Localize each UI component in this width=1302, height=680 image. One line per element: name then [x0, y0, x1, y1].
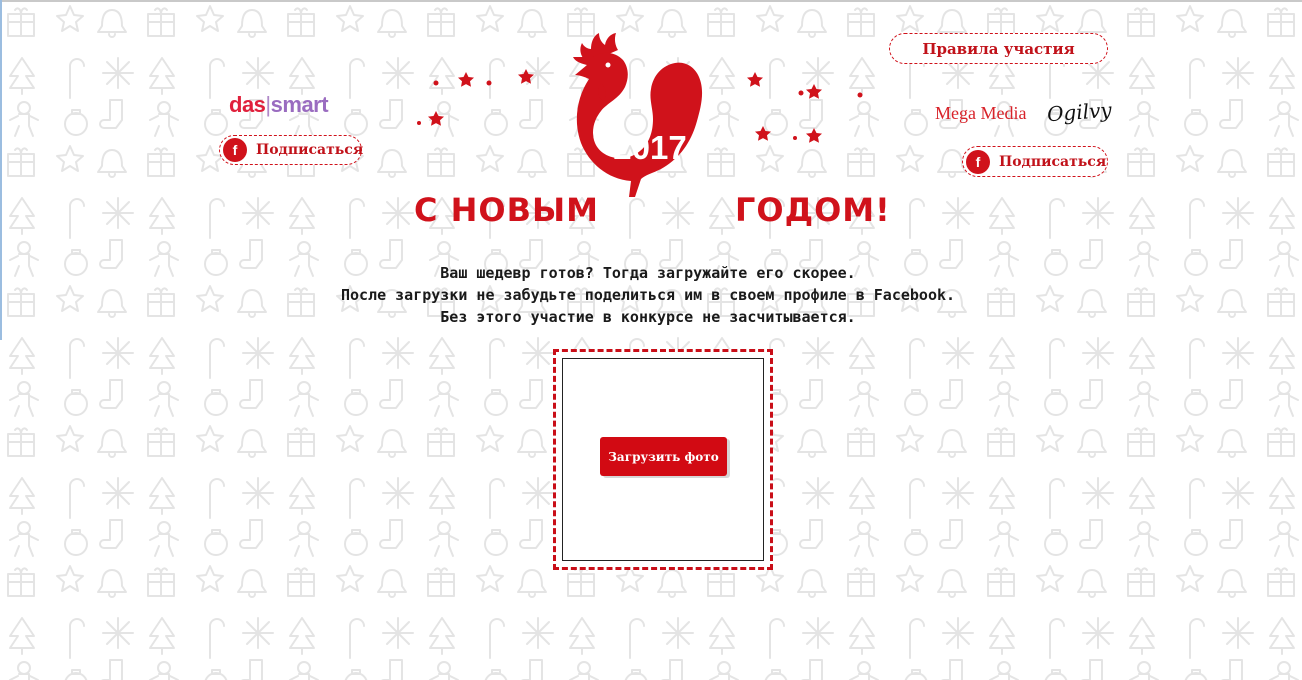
- photo-upload-dropzone[interactable]: Загрузить фото: [553, 349, 773, 570]
- dassmart-logo[interactable]: das|smart: [229, 92, 329, 118]
- facebook-icon: f: [223, 138, 247, 162]
- rules-link-button[interactable]: Правила участия: [889, 33, 1108, 64]
- star-icon: [747, 72, 763, 87]
- star-icon: [458, 72, 474, 87]
- hero-year: 2017: [613, 129, 686, 166]
- browser-left-edge: [0, 0, 2, 340]
- subscribe-facebook-button-right[interactable]: f Подписаться: [962, 146, 1108, 177]
- logo-part-das: das: [229, 92, 266, 117]
- subscribe-facebook-button-left[interactable]: f Подписаться: [219, 135, 364, 165]
- logo-part-smart: smart: [270, 92, 329, 117]
- star-icon: [428, 111, 444, 126]
- upload-photo-button[interactable]: Загрузить фото: [600, 437, 727, 476]
- intro-text: Ваш шедевр готов? Тогда загружайте его с…: [250, 262, 1046, 328]
- ogilvy-signature-logo[interactable]: Ogilvy: [1046, 98, 1112, 126]
- intro-line-2: После загрузки не забудьте поделиться им…: [340, 286, 956, 304]
- intro-line-1: Ваш шедевр готов? Тогда загружайте его с…: [440, 264, 856, 282]
- greeting-left: С НОВЫМ: [414, 191, 599, 229]
- star-icon: [806, 128, 822, 143]
- subscribe-label: Подписаться: [999, 153, 1107, 170]
- facebook-icon: f: [966, 149, 990, 174]
- intro-line-3: Без этого участие в конкурсе не засчитыв…: [440, 308, 856, 326]
- star-icon: [806, 84, 822, 99]
- subscribe-label: Подписаться: [256, 142, 364, 158]
- rules-label: Правила участия: [922, 39, 1075, 58]
- mega-media-logo[interactable]: Mega Media: [935, 103, 1026, 124]
- star-icon: [518, 69, 534, 84]
- photo-preview-box: Загрузить фото: [562, 358, 764, 561]
- browser-top-edge: [0, 0, 1302, 2]
- greeting-right: ГОДОМ!: [735, 191, 891, 229]
- star-icon: [755, 126, 771, 141]
